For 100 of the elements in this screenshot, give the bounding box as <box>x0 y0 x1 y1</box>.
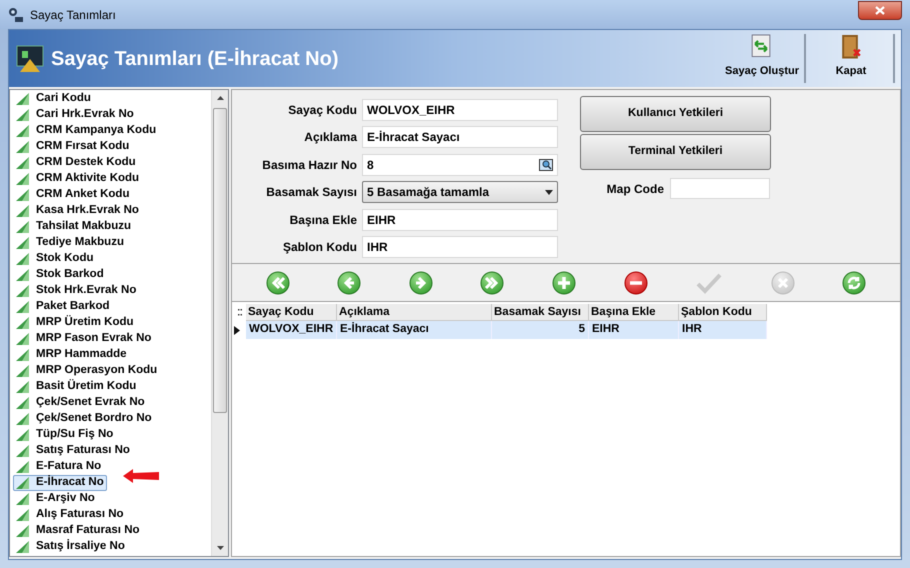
list-item[interactable]: Basit Üretim Kodu <box>13 379 140 395</box>
arrow-icon <box>123 469 159 483</box>
input-field[interactable]: 8 <box>362 154 558 176</box>
list-item[interactable]: E-Arşiv No <box>13 491 98 507</box>
triangle-icon <box>16 205 30 217</box>
list-item[interactable]: CRM Fırsat Kodu <box>13 139 132 155</box>
triangle-icon <box>16 477 30 489</box>
field-label: Basamak Sayısı <box>265 184 358 202</box>
triangle-icon <box>16 349 30 361</box>
list-item[interactable]: MRP Operasyon Kodu <box>13 363 160 379</box>
triangle-icon <box>16 317 30 329</box>
list-item[interactable]: Tediye Makbuzu <box>13 235 127 251</box>
triangle-icon <box>16 93 30 105</box>
triangle-icon <box>16 381 30 393</box>
table-cell: IHR <box>679 321 767 339</box>
input-field[interactable]: EIHR <box>362 208 558 231</box>
toolbar-button[interactable]: Sayaç Oluştur <box>720 34 806 83</box>
list-item[interactable]: Stok Kodu <box>13 251 96 267</box>
column-header[interactable]: Şablon Kodu <box>679 304 767 321</box>
triangle-icon <box>16 285 30 297</box>
counter-icon <box>16 44 46 72</box>
table-cell: 5 <box>492 321 589 339</box>
list-item[interactable]: Stok Hrk.Evrak No <box>13 283 140 299</box>
field-label: Başına Ekle <box>288 212 358 229</box>
list-item[interactable]: Stok Barkod <box>13 267 107 283</box>
list-item[interactable]: Cari Hrk.Evrak No <box>13 107 137 123</box>
list-item[interactable]: Alış Faturası No <box>13 507 127 523</box>
list-item[interactable]: Çek/Senet Evrak No <box>13 395 148 411</box>
triangle-icon <box>16 445 30 457</box>
close-button[interactable] <box>858 1 902 20</box>
column-header[interactable]: Basamak Sayısı <box>492 304 589 321</box>
list-item[interactable]: MRP Fason Evrak No <box>13 331 154 347</box>
triangle-icon <box>16 429 30 441</box>
app-icon <box>8 6 24 22</box>
list-item[interactable]: Masraf Faturası No <box>13 523 143 539</box>
list-item[interactable]: E-İhracat No <box>13 475 107 491</box>
input-field[interactable]: IHR <box>362 236 558 258</box>
input-field[interactable]: E-İhracat Sayacı <box>362 126 558 148</box>
list-item[interactable]: Paket Barkod <box>13 299 113 315</box>
table-cell: WOLVOX_EIHR <box>246 321 337 339</box>
field-label: Sayaç Kodu <box>287 102 358 119</box>
first-record-icon[interactable] <box>266 270 290 294</box>
list-item[interactable]: CRM Destek Kodu <box>13 155 139 171</box>
triangle-icon <box>16 157 30 169</box>
list-item[interactable]: Tüp/Su Fiş No <box>13 427 116 443</box>
column-header[interactable]: Sayaç Kodu <box>246 304 337 321</box>
list-item[interactable]: Çek/Senet Bordro No <box>13 411 155 427</box>
list-item[interactable]: Kasa Hrk.Evrak No <box>13 203 142 219</box>
action-button[interactable]: Kullanıcı Yetkileri <box>580 96 771 132</box>
input-field[interactable]: WOLVOX_EIHR <box>362 98 558 121</box>
list-item[interactable]: Cari Kodu <box>13 91 94 107</box>
column-header[interactable]: Başına Ekle <box>589 304 679 321</box>
triangle-icon <box>16 109 30 121</box>
list-item[interactable]: CRM Aktivite Kodu <box>13 171 142 187</box>
triangle-icon <box>16 125 30 137</box>
scroll-up-icon[interactable] <box>216 96 224 100</box>
triangle-icon <box>16 237 30 249</box>
toolbar-button[interactable]: Kapat <box>809 34 895 83</box>
triangle-icon <box>16 333 30 345</box>
field-label: Şablon Kodu <box>282 239 358 256</box>
triangle-icon <box>16 301 30 313</box>
list-item[interactable]: E-Fatura No <box>13 459 104 475</box>
list-item[interactable]: MRP Hammadde <box>13 347 130 363</box>
list-item[interactable]: CRM Anket Kodu <box>13 187 132 203</box>
field-label: Basıma Hazır No <box>261 156 358 174</box>
field-label: Map Code <box>606 180 665 198</box>
previous-record-icon[interactable] <box>337 270 362 294</box>
list-item[interactable]: Satış İrsaliye No <box>13 539 128 555</box>
dropdown-arrow-icon <box>545 190 553 195</box>
dropdown[interactable]: 5 Basamağa tamamla <box>362 181 558 204</box>
table-row[interactable]: WOLVOX_EIHR E-İhracat Sayacı 5 EIHR IHR <box>234 321 767 339</box>
triangle-icon <box>16 365 30 377</box>
header-title: Sayaç Tanımları (E-İhracat No) <box>51 46 340 72</box>
scroll-down-icon[interactable] <box>216 546 224 550</box>
triangle-icon <box>16 413 30 425</box>
action-button[interactable]: Terminal Yetkileri <box>580 134 771 170</box>
triangle-icon <box>16 269 30 281</box>
refresh-icon[interactable] <box>842 270 866 294</box>
table-cell: E-İhracat Sayacı <box>337 321 492 339</box>
input-field[interactable] <box>670 178 770 199</box>
close-icon <box>875 6 885 15</box>
triangle-icon <box>16 509 30 521</box>
row-pointer-icon <box>234 326 240 334</box>
triangle-icon <box>16 189 30 201</box>
exit-door-icon <box>839 34 863 60</box>
list-item[interactable]: Satış Faturası No <box>13 443 133 459</box>
delete-icon[interactable] <box>624 270 648 294</box>
next-record-icon[interactable] <box>408 270 433 294</box>
triangle-icon <box>16 525 30 537</box>
triangle-icon <box>16 173 30 185</box>
list-item[interactable]: MRP Üretim Kodu <box>13 315 137 331</box>
triangle-icon <box>16 541 30 553</box>
last-record-icon[interactable] <box>480 270 504 294</box>
lookup-icon[interactable] <box>539 158 553 172</box>
triangle-icon <box>16 141 30 153</box>
list-item[interactable]: Tahsilat Makbuzu <box>13 219 134 235</box>
column-header[interactable]: Açıklama <box>337 304 492 321</box>
scroll-thumb[interactable] <box>213 108 227 413</box>
list-item[interactable]: CRM Kampanya Kodu <box>13 123 160 139</box>
add-icon[interactable] <box>552 270 576 294</box>
